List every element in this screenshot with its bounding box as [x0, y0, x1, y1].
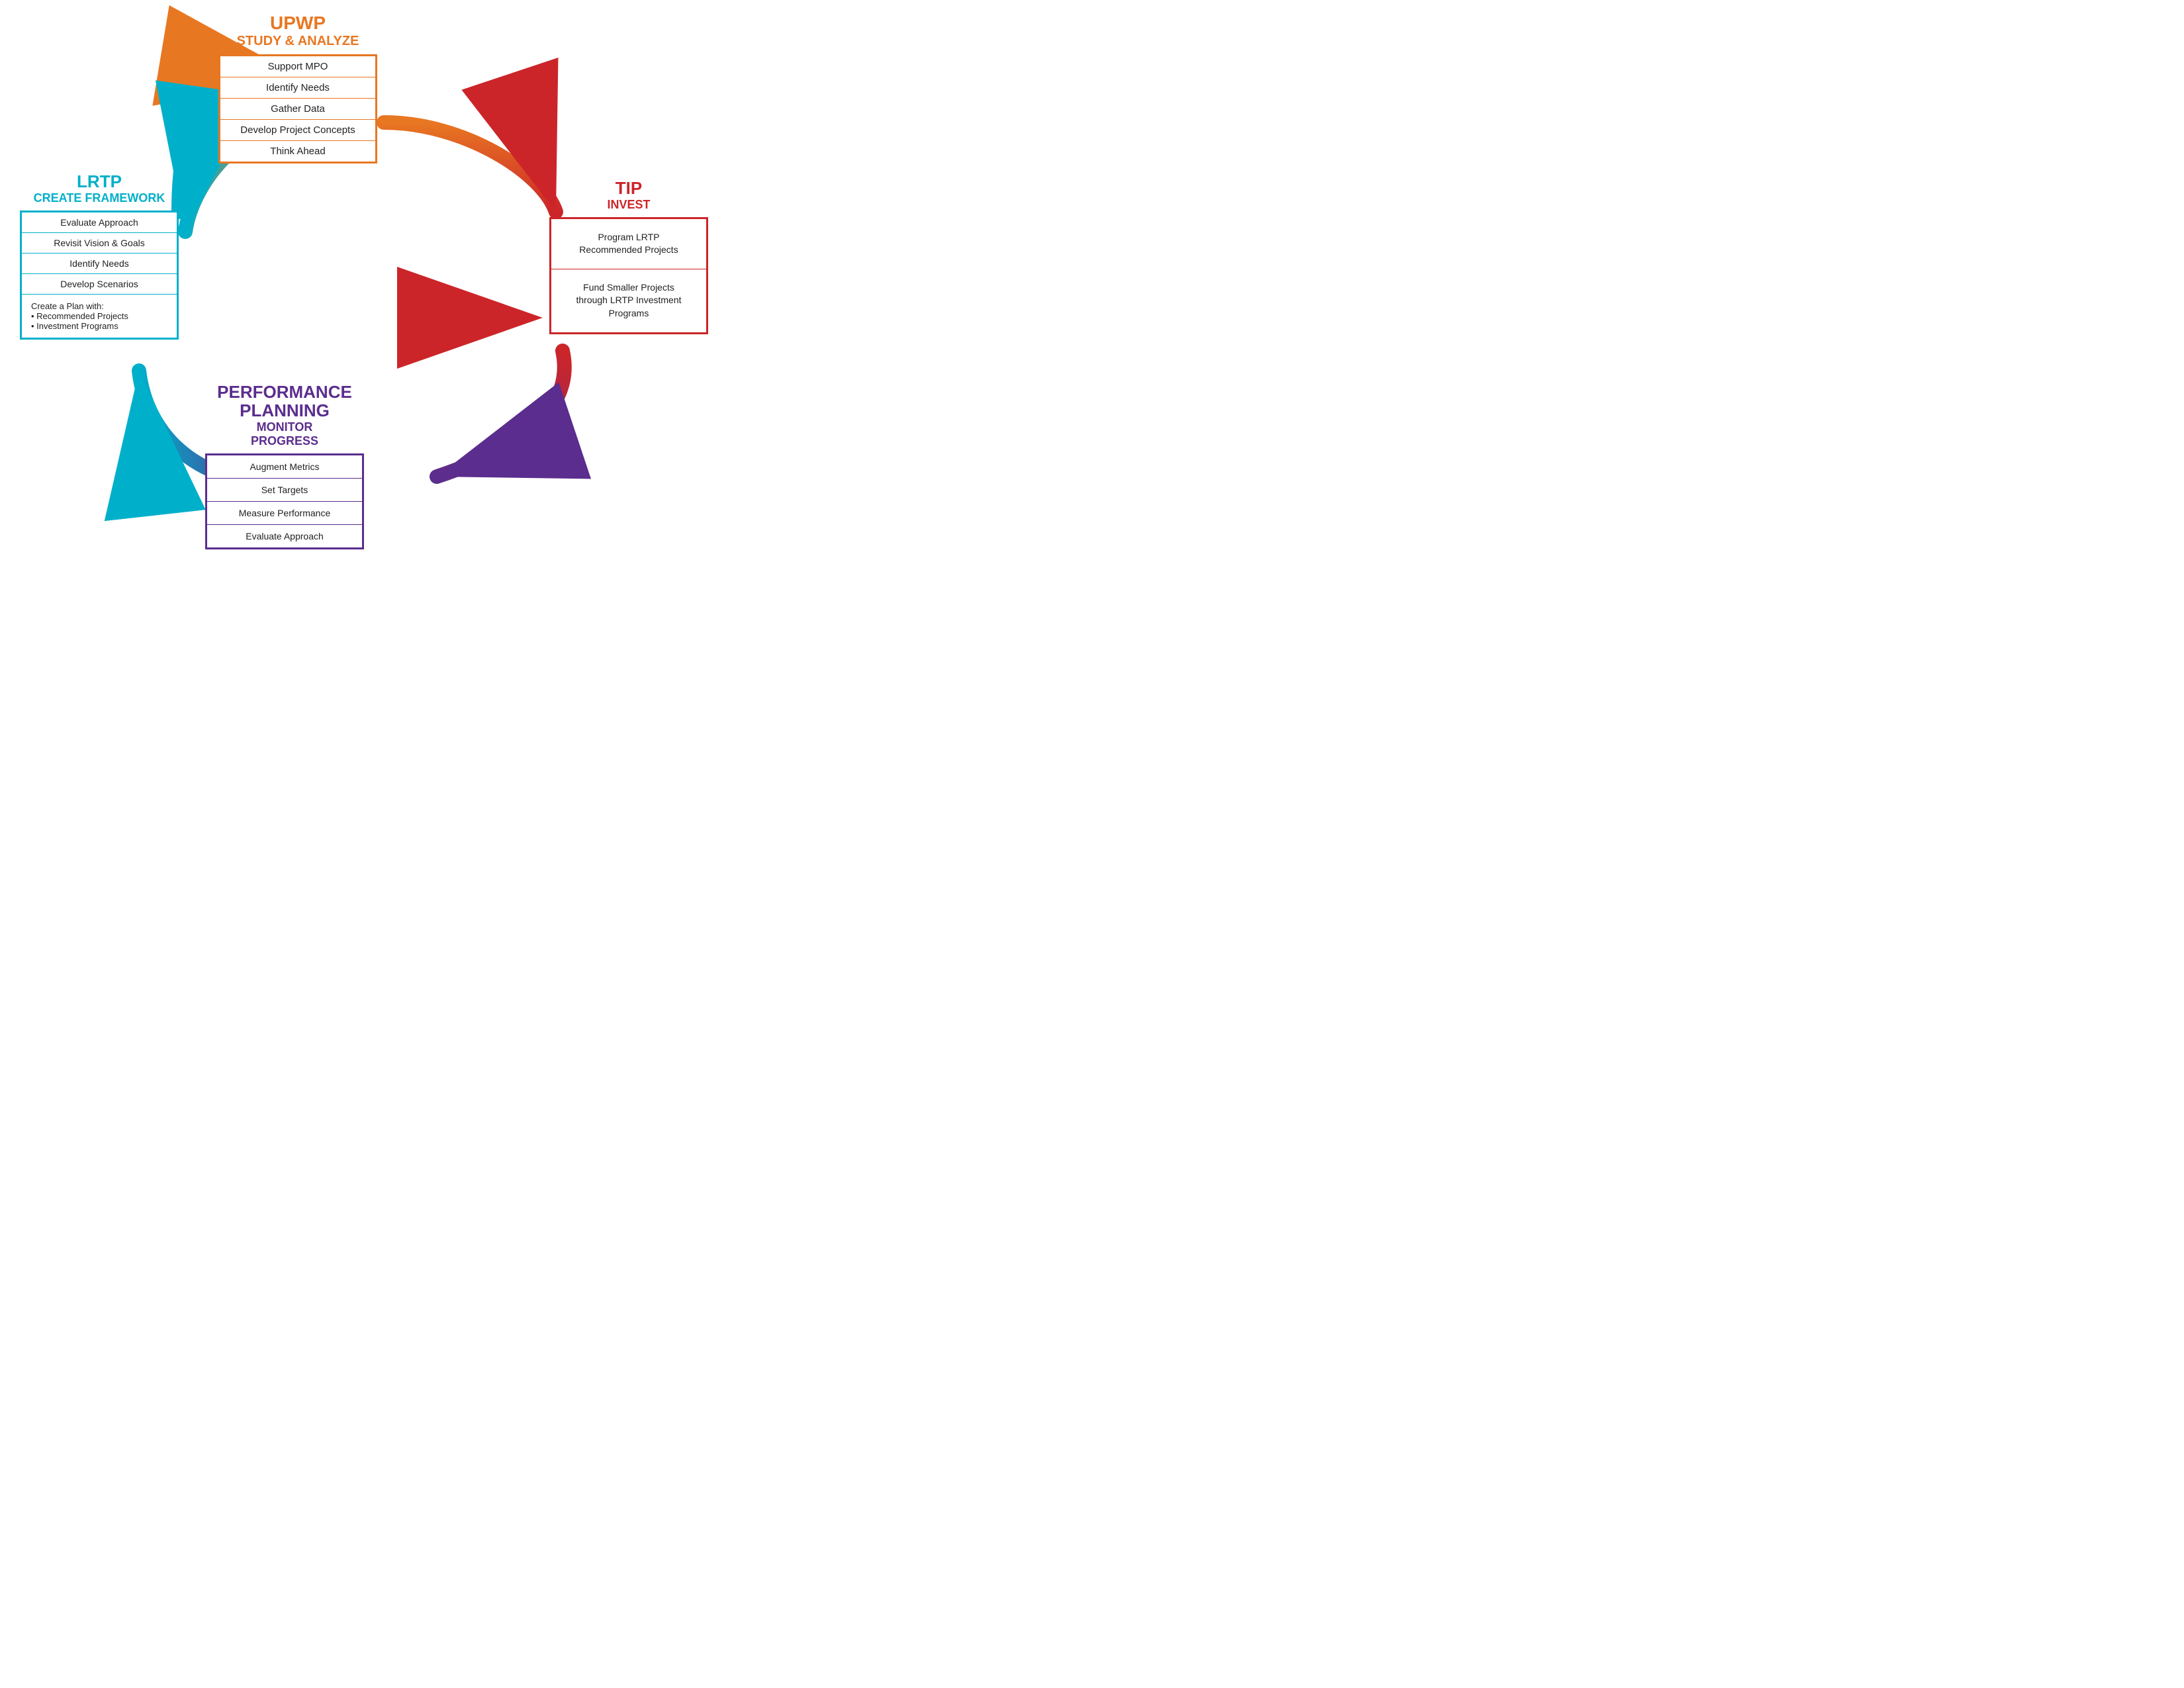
lrtp-item-4: Develop Scenarios — [22, 274, 177, 295]
tip-title: TIP — [549, 179, 708, 198]
lrtp-item-2: Revisit Vision & Goals — [22, 233, 177, 254]
tip-box: Program LRTPRecommended Projects Fund Sm… — [549, 217, 708, 334]
upwp-item-3: Gather Data — [220, 99, 375, 120]
lrtp-subtitle: CREATE FRAMEWORK — [20, 191, 179, 205]
perf-item-4: Evaluate Approach — [207, 525, 362, 547]
upwp-item-4: Develop Project Concepts — [220, 120, 375, 141]
perf-box: Augment Metrics Set Targets Measure Perf… — [205, 453, 364, 549]
tip-section: TIP INVEST Program LRTPRecommended Proje… — [549, 179, 708, 334]
perf-item-2: Set Targets — [207, 479, 362, 502]
lrtp-section: LRTP CREATE FRAMEWORK Evaluate Approach … — [20, 172, 179, 340]
lrtp-box: Evaluate Approach Revisit Vision & Goals… — [20, 211, 179, 340]
upwp-section: UPWP STUDY & ANALYZE Support MPO Identif… — [218, 13, 377, 164]
perf-subtitle: MONITORPROGRESS — [205, 420, 364, 448]
lrtp-item-3: Identify Needs — [22, 254, 177, 274]
upwp-box: Support MPO Identify Needs Gather Data D… — [218, 54, 377, 164]
tip-item-1: Program LRTPRecommended Projects — [551, 219, 706, 269]
perf-item-3: Measure Performance — [207, 502, 362, 525]
upwp-item-5: Think Ahead — [220, 141, 375, 162]
lrtp-item-5: Create a Plan with:• Recommended Project… — [22, 295, 177, 338]
lrtp-item-1: Evaluate Approach — [22, 212, 177, 233]
perf-item-1: Augment Metrics — [207, 455, 362, 479]
upwp-item-2: Identify Needs — [220, 77, 375, 99]
tip-subtitle: INVEST — [549, 198, 708, 212]
diagram-container: UPWP STUDY & ANALYZE Support MPO Identif… — [0, 0, 728, 563]
upwp-title: UPWP — [218, 13, 377, 34]
upwp-item-1: Support MPO — [220, 56, 375, 77]
upwp-subtitle: STUDY & ANALYZE — [218, 34, 377, 49]
lrtp-title: LRTP — [20, 172, 179, 191]
perf-section: PERFORMANCEPLANNING MONITORPROGRESS Augm… — [205, 383, 364, 549]
tip-item-2: Fund Smaller Projectsthrough LRTP Invest… — [551, 269, 706, 332]
perf-title: PERFORMANCEPLANNING — [205, 383, 364, 420]
